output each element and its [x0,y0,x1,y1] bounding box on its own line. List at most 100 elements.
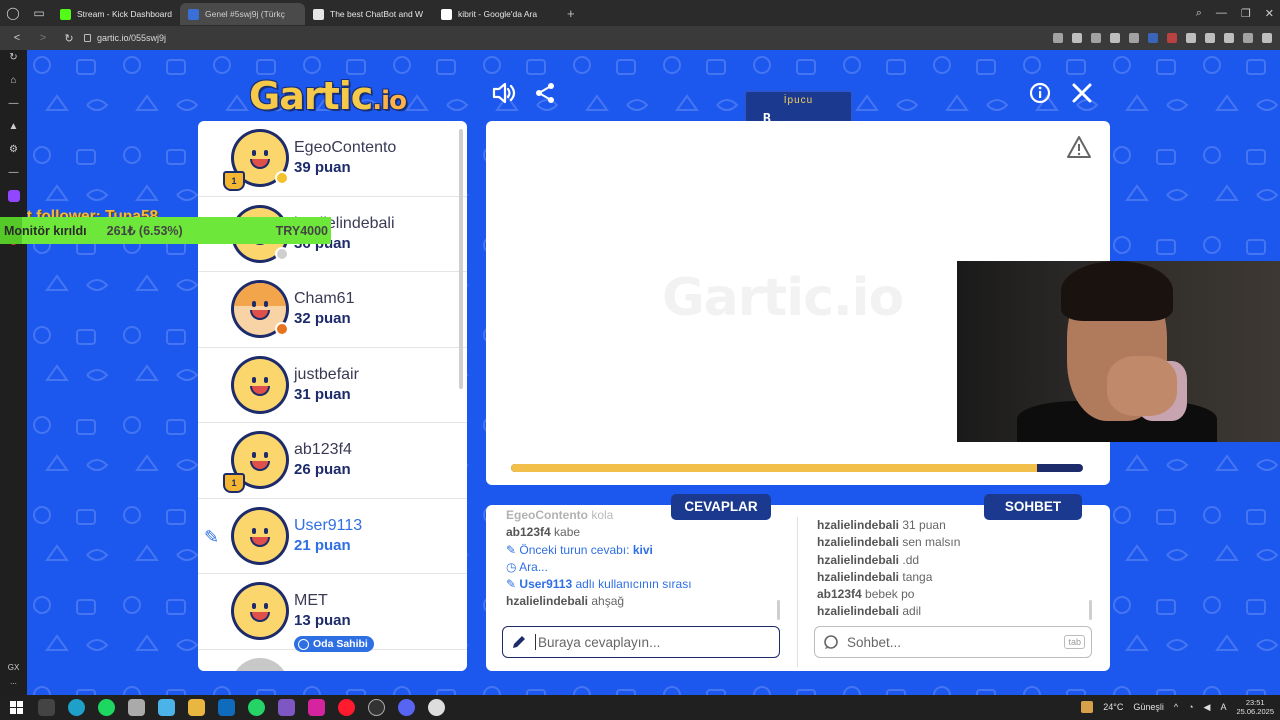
tab-answers[interactable]: CEVAPLAR [671,494,771,520]
chat-scrollbar[interactable] [1089,600,1092,620]
wallet-icon[interactable] [1205,33,1215,43]
message-user[interactable]: ab123f4 [817,587,862,601]
chat-message: ab123f4 bebek po [817,586,1087,603]
browser-tab[interactable]: kibrit - Google'da Ara [433,3,561,25]
file-explorer-icon[interactable] [188,699,205,716]
play-icon[interactable] [1110,33,1120,43]
share-icon[interactable] [532,80,558,106]
download-icon[interactable] [1224,33,1234,43]
snapshot-icon[interactable] [1072,33,1082,43]
player-row[interactable]: justbefair 31 puan [198,348,467,423]
spotify-icon[interactable] [98,699,115,716]
opera-menu-icon[interactable]: ◯ [0,0,26,26]
extension-red-icon[interactable] [1167,33,1177,43]
new-tab-button[interactable]: + [567,6,575,21]
twitch-icon[interactable] [7,190,20,202]
message-user[interactable]: hzalielindebali [817,535,899,549]
message-user[interactable]: hzalielindebali [817,604,899,618]
message-user[interactable]: EgeoContento [506,508,588,522]
lock-icon [84,34,91,42]
close-window-icon[interactable]: ✕ [1265,7,1274,20]
message-user[interactable]: hzalielindebali [817,518,899,532]
ticker-label: Monitör kırıldı [4,223,87,238]
outlook-icon[interactable] [218,699,235,716]
sound-icon[interactable] [491,80,517,106]
report-warning-icon[interactable] [1066,135,1092,159]
answers-scrollbar[interactable] [777,600,780,620]
easy-setup-icon[interactable] [1243,33,1253,43]
chat-list: hzalielindebali 31 puan hzalielindebali s… [817,517,1087,621]
openai-icon[interactable]: ⚙ [8,144,20,156]
volume-icon[interactable]: ◀ [1204,702,1211,713]
player-name: EgeoContento [294,139,397,156]
player-row[interactable]: 1 EgeoContento 39 puan [198,121,467,197]
instagram-icon[interactable] [308,699,325,716]
player-name: justbefair [294,365,359,383]
browser-tab[interactable]: The best ChatBot and W [305,3,433,25]
extensions-icon[interactable] [1186,33,1196,43]
chat-input[interactable]: Sohbet... tab [814,626,1092,658]
player-row[interactable]: ✎ User9113 21 puan [198,499,467,574]
aria-icon[interactable]: ▲ [8,121,20,133]
url-field[interactable]: gartic.io/055swj9j [84,33,166,43]
close-icon[interactable] [1069,80,1095,106]
minimize-icon[interactable]: — [1216,7,1227,19]
back-icon[interactable]: < [8,32,26,44]
heart-icon[interactable] [1129,33,1139,43]
answer-input[interactable]: Buraya cevaplayın... [502,626,780,658]
clock[interactable]: 23:51 25.06.2025 [1236,698,1274,716]
message-user[interactable]: hzalielindebali [506,594,588,608]
player-score: 31 puan [294,385,351,403]
message-user[interactable]: hzalielindebali [817,570,899,584]
calculator-icon[interactable] [128,699,145,716]
restore-icon[interactable]: ❐ [1241,7,1251,20]
obs-icon[interactable] [368,699,385,716]
extension-blue-icon[interactable] [1148,33,1158,43]
status-dot [275,322,289,336]
translate-icon[interactable]: ⌂ [8,75,20,87]
ticker-goal: TRY4000 [275,223,328,238]
task-view-icon[interactable] [38,699,55,716]
more-label[interactable]: ... [0,675,27,689]
app-icon[interactable] [278,699,295,716]
tray-expand-icon[interactable]: ^ [1174,702,1178,712]
tab-favicon-icon [60,8,71,20]
search-tabs-icon[interactable]: ⌕ [1196,7,1202,20]
shield-icon[interactable] [1091,33,1101,43]
clock-time: 23:51 [1245,698,1265,707]
media-player-icon[interactable] [428,699,445,716]
player-row[interactable]: 1 ab123f4 26 puan [198,423,467,499]
message-user[interactable]: ab123f4 [506,525,551,539]
gx-label[interactable]: GX [0,661,27,675]
opera-gx-icon[interactable] [338,699,355,716]
language-icon[interactable]: A [1220,702,1226,712]
player-score: 39 puan [294,159,351,176]
reload-icon[interactable]: ↻ [60,32,78,45]
edge-icon[interactable] [68,699,85,716]
discord-icon[interactable] [398,699,415,716]
player-list-scrollbar[interactable] [459,129,463,389]
windows-start-icon[interactable] [8,699,25,716]
whatsapp-icon[interactable] [248,699,265,716]
player-score: 13 puan [294,612,351,629]
status-dot [275,246,289,261]
browser-tab[interactable]: Stream - Kick Dashboard [52,3,180,25]
tab-chat[interactable]: SOHBET [984,494,1082,520]
chat-message: hzalielindebali .dd [817,552,1087,569]
tab-manager-icon[interactable]: ▭ [26,0,52,26]
info-icon[interactable] [1027,80,1053,106]
message-user[interactable]: hzalielindebali [817,553,899,567]
forward-icon[interactable]: > [34,32,52,44]
bookmark-page-icon[interactable] [1053,33,1063,43]
network-icon[interactable]: ◔ [1188,702,1193,712]
photos-icon[interactable] [158,699,175,716]
more-icon[interactable] [1262,33,1272,43]
logo-suffix: .io [372,86,407,116]
player-row[interactable]: MET 13 puan Oda Sahibi [198,574,467,652]
ticker-amount: 261₺ (6.53%) [106,224,183,238]
gartic-page: Gartic.io İpucu B _ _ _ _ _ 1EgeoContent… [27,50,1280,695]
player-row[interactable]: Cham61 32 puan [198,272,467,348]
browser-tab[interactable]: Genel #5swj9j (Türkç [180,3,305,25]
gartic-logo[interactable]: Gartic.io [249,74,407,118]
refresh-panel-icon[interactable]: ↻ [8,52,20,64]
